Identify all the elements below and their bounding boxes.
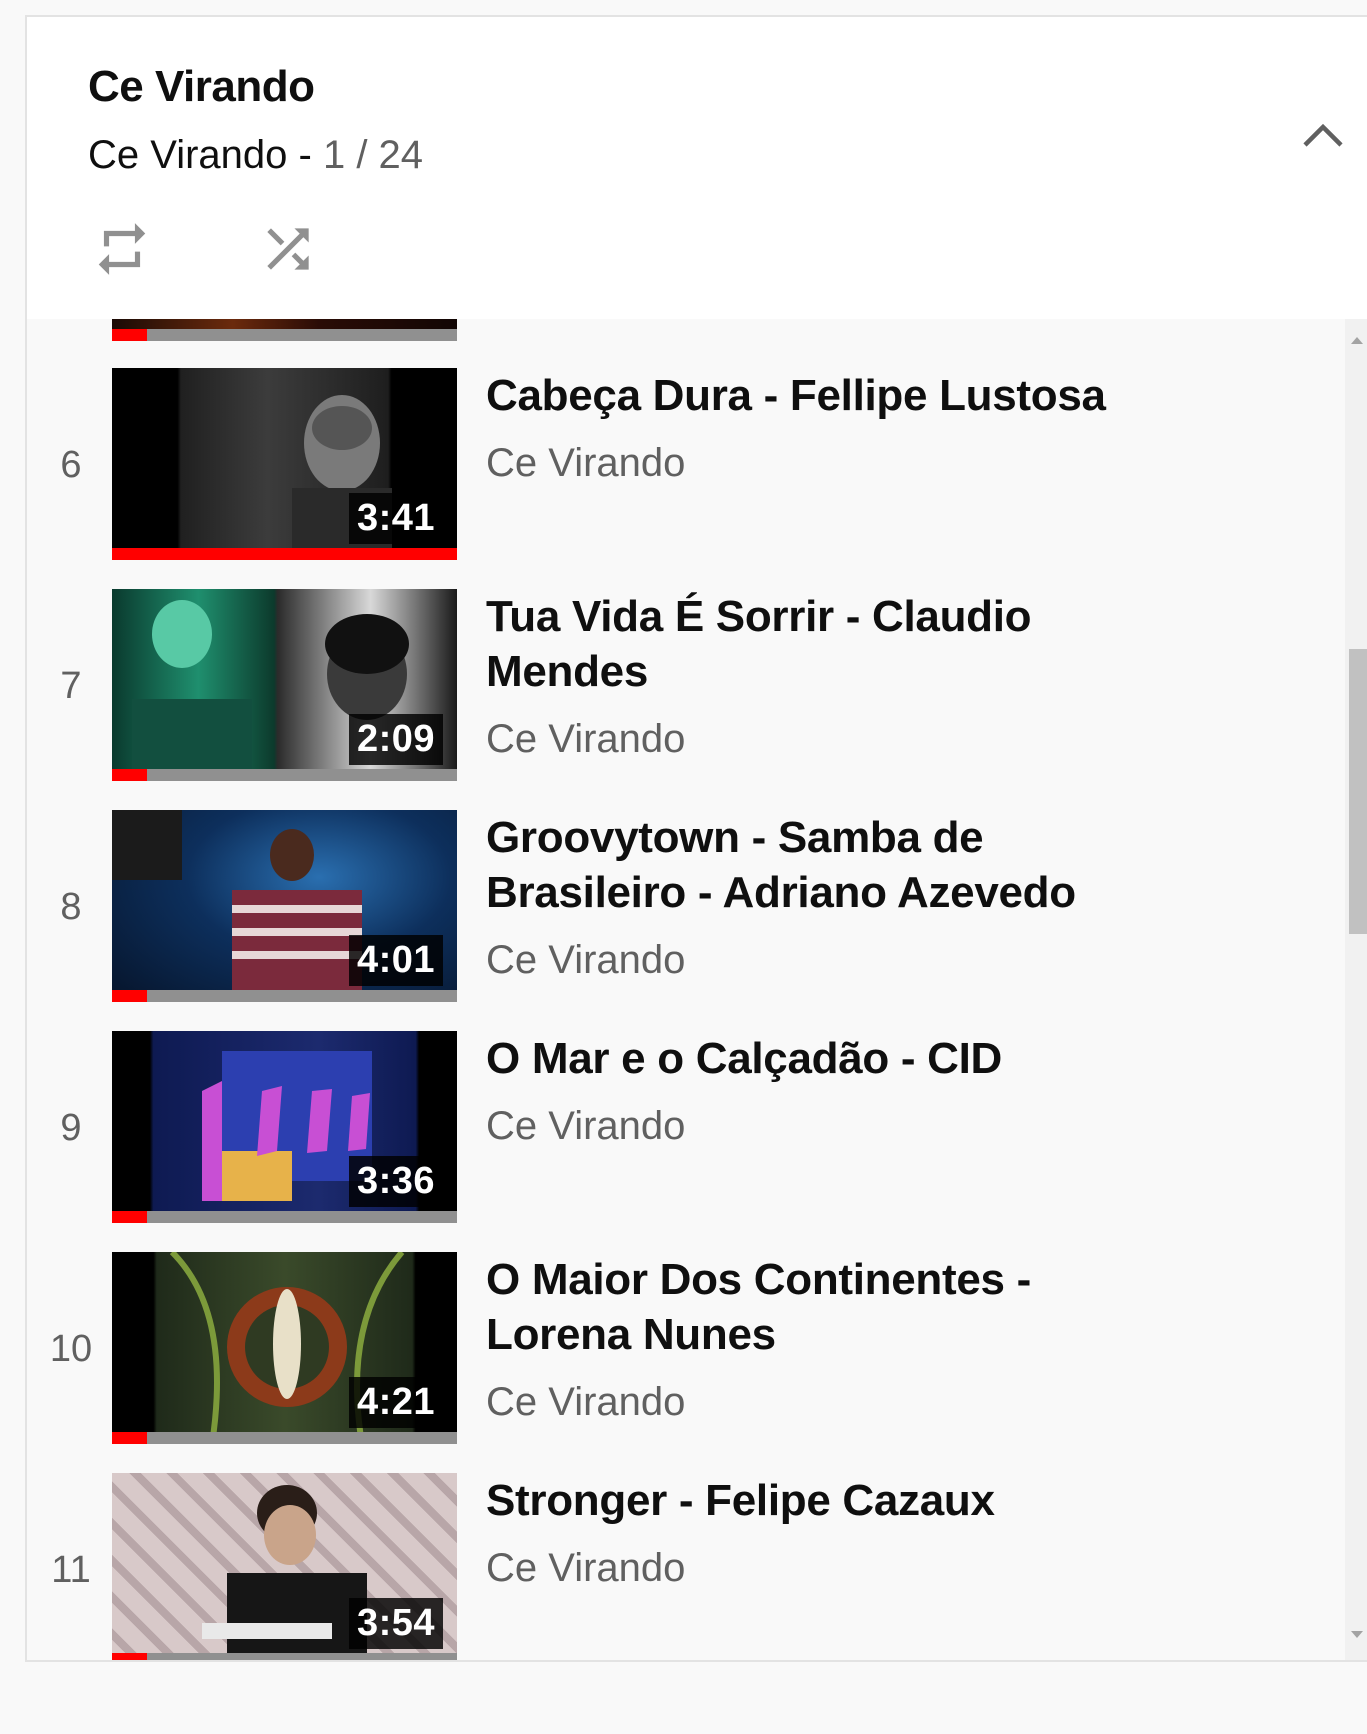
playlist-item[interactable]: 10 4:21 O Maior Dos Continentes - Lorena… [27, 1252, 1347, 1452]
video-title[interactable]: Groovytown - Samba de Brasileiro - Adria… [486, 810, 1166, 920]
progress-fill [112, 1211, 147, 1223]
video-meta: O Maior Dos Continentes - Lorena Nunes C… [486, 1252, 1166, 1425]
progress-fill [112, 990, 147, 1002]
video-thumbnail[interactable]: 3:41 [112, 368, 457, 560]
video-channel: Ce Virando [486, 938, 686, 982]
loop-button[interactable] [85, 212, 159, 286]
playlist-position: 1 / 24 [322, 133, 424, 177]
playlist-item[interactable]: 11 3:54 Stronger - Felipe Cazaux Ce Vira… [27, 1473, 1347, 1660]
progress-fill [112, 1653, 147, 1660]
item-index: 9 [60, 1107, 82, 1149]
collapse-button[interactable] [1295, 107, 1351, 163]
progress-fill [112, 769, 147, 781]
shuffle-icon [267, 228, 309, 270]
video-thumbnail[interactable]: 4:01 [112, 810, 457, 1002]
video-meta: Stronger - Felipe Cazaux Ce Virando [486, 1473, 1166, 1591]
progress-bar [112, 329, 457, 341]
item-index: 10 [49, 1328, 93, 1370]
progress-bar [112, 1653, 457, 1660]
duration-badge: 3:36 [348, 1156, 443, 1207]
video-channel: Ce Virando [486, 1546, 686, 1590]
video-meta: Tua Vida É Sorrir - Claudio Mendes Ce Vi… [486, 589, 1166, 762]
video-thumbnail[interactable]: 3:36 [112, 1031, 457, 1223]
scroll-down-arrow-icon[interactable] [1351, 1631, 1363, 1638]
item-index: 11 [51, 1549, 91, 1591]
playlist-item[interactable]: 6 3:41 Cabeça Dura - Fellipe Lustosa Ce … [27, 368, 1347, 568]
duration-badge: 4:01 [348, 935, 443, 986]
video-title[interactable]: Cabeça Dura - Fellipe Lustosa [486, 368, 1166, 423]
video-thumbnail[interactable]: 3:54 [112, 1473, 457, 1660]
duration-badge: 4:21 [348, 1377, 443, 1428]
scroll-up-arrow-icon[interactable] [1351, 337, 1363, 344]
playlist-item[interactable]: 7 2:09 Tua Vida É Sorrir - Claudio Mende… [27, 589, 1347, 789]
progress-bar [112, 548, 457, 560]
progress-bar [112, 1432, 457, 1444]
video-meta: O Mar e o Calçadão - CID Ce Virando [486, 1031, 1166, 1149]
playlist-header: Ce Virando Ce Virando - 1 / 24 [27, 17, 1367, 319]
progress-bar [112, 769, 457, 781]
video-title[interactable]: Stronger - Felipe Cazaux [486, 1473, 1166, 1528]
playlist-panel: Ce Virando Ce Virando - 1 / 24 6 3:41 Ca… [25, 15, 1367, 1662]
progress-fill [112, 548, 457, 560]
playlist-channel[interactable]: Ce Virando [88, 133, 287, 177]
shuffle-button[interactable] [251, 212, 325, 286]
subtitle-separator: - [287, 133, 323, 177]
loop-icon [98, 223, 146, 275]
duration-badge: 2:09 [348, 714, 443, 765]
playlist-item[interactable]: 9 3:36 O Mar e o Calçadão - CID Ce Viran… [27, 1031, 1347, 1231]
duration-badge: 3:41 [348, 493, 443, 544]
item-index: 8 [60, 886, 82, 928]
duration-badge: 3:54 [348, 1598, 443, 1649]
playlist-title[interactable]: Ce Virando [88, 62, 315, 112]
playlist-scrollbar[interactable] [1345, 319, 1367, 1660]
progress-fill [112, 1432, 147, 1444]
playlist-items: 6 3:41 Cabeça Dura - Fellipe Lustosa Ce … [27, 149, 1367, 1660]
video-channel: Ce Virando [486, 717, 686, 761]
video-meta: Cabeça Dura - Fellipe Lustosa Ce Virando [486, 368, 1166, 486]
playlist-subtitle: Ce Virando - 1 / 24 [88, 133, 423, 178]
video-title[interactable]: O Maior Dos Continentes - Lorena Nunes [486, 1252, 1166, 1362]
item-index: 7 [60, 665, 82, 707]
video-meta: Groovytown - Samba de Brasileiro - Adria… [486, 810, 1166, 983]
progress-bar [112, 1211, 457, 1223]
video-channel: Ce Virando [486, 441, 686, 485]
video-channel: Ce Virando [486, 1104, 686, 1148]
video-thumbnail[interactable]: 2:09 [112, 589, 457, 781]
video-thumbnail[interactable]: 4:21 [112, 1252, 457, 1444]
scrollbar-thumb[interactable] [1349, 649, 1367, 934]
progress-bar [112, 990, 457, 1002]
video-title[interactable]: O Mar e o Calçadão - CID [486, 1031, 1166, 1086]
chevron-up-icon [1303, 123, 1343, 147]
progress-fill [112, 329, 147, 341]
playlist-item[interactable]: 8 4:01 Groovytown - Samba de Brasileiro … [27, 810, 1347, 1010]
video-title[interactable]: Tua Vida É Sorrir - Claudio Mendes [486, 589, 1166, 699]
video-channel: Ce Virando [486, 1380, 686, 1424]
item-index: 6 [60, 444, 82, 486]
